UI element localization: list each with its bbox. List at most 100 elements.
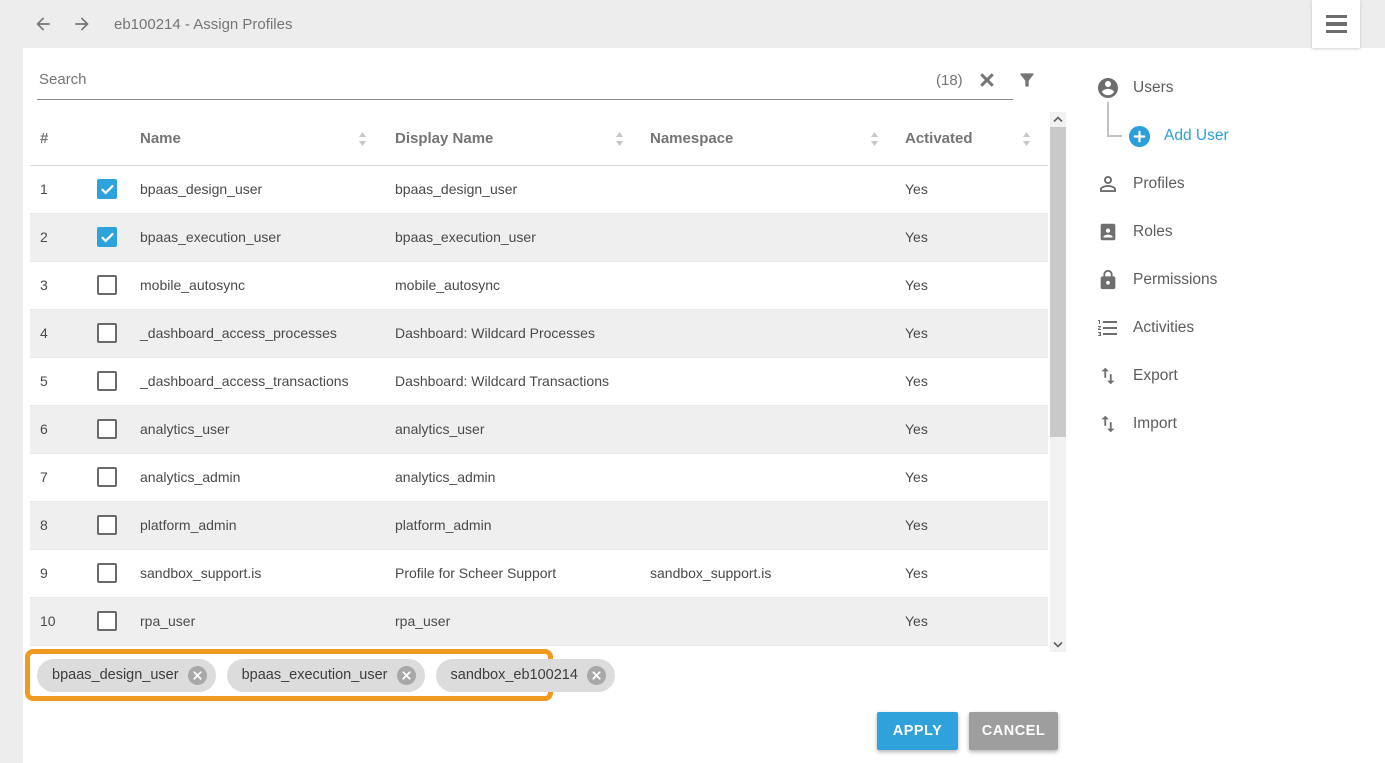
column-header-index: # [40, 130, 49, 147]
chip-label: bpaas_design_user [52, 667, 179, 683]
chip-remove-icon[interactable] [187, 665, 207, 685]
profile-name: sandbox_support.is [140, 565, 262, 581]
row-checkbox[interactable] [97, 275, 117, 295]
row-index: 8 [40, 517, 48, 533]
profile-activated: Yes [905, 373, 928, 389]
sort-icon[interactable] [358, 132, 367, 146]
scrollbar-thumb[interactable] [1050, 127, 1066, 437]
profile-activated: Yes [905, 277, 928, 293]
tree-connector [1107, 102, 1109, 136]
row-checkbox-checked[interactable] [97, 227, 117, 247]
table-row: 2 bpaas_execution_user bpaas_execution_use… [30, 214, 1048, 262]
sidebar-item-label: Export [1133, 367, 1178, 384]
sidebar-item-label: Import [1133, 415, 1177, 432]
chip-remove-icon[interactable] [586, 665, 606, 685]
row-index: 7 [40, 469, 48, 485]
profile-name: analytics_admin [140, 469, 241, 485]
table-row: 9 sandbox_support.is Profile for Scheer Su… [30, 550, 1048, 598]
table-row: 1 bpaas_design_user bpaas_design_user Yes [30, 166, 1048, 214]
sidebar-item-roles[interactable]: Roles [1096, 208, 1173, 256]
row-checkbox-checked[interactable] [97, 179, 117, 199]
column-header-activated[interactable]: Activated [905, 112, 973, 166]
profile-display-name: analytics_admin [395, 469, 496, 485]
row-checkbox[interactable] [97, 467, 117, 487]
profile-name: mobile_autosync [140, 277, 246, 293]
profile-display-name: Dashboard: Wildcard Processes [395, 325, 595, 341]
row-checkbox[interactable] [97, 371, 117, 391]
row-checkbox[interactable] [97, 419, 117, 439]
column-header-namespace[interactable]: Namespace [650, 112, 733, 166]
profile-activated: Yes [905, 229, 928, 245]
sidebar-item-import[interactable]: Import [1096, 400, 1177, 448]
sidebar-item-export[interactable]: Export [1096, 352, 1178, 400]
table-row: 6 analytics_user analytics_user Yes [30, 406, 1048, 454]
profile-name: _dashboard_access_transactions [140, 373, 349, 389]
topbar: eb100214 - Assign Profiles [0, 0, 1385, 48]
profile-activated: Yes [905, 517, 928, 533]
search-input[interactable] [37, 62, 917, 96]
scroll-down-icon[interactable] [1053, 641, 1063, 648]
profile-name: bpaas_design_user [140, 181, 263, 197]
chip-remove-icon[interactable] [396, 665, 416, 685]
tree-connector [1107, 135, 1122, 137]
badge-icon [1096, 221, 1120, 243]
scroll-up-icon[interactable] [1053, 116, 1063, 123]
profile-display-name: bpaas_execution_user [395, 229, 536, 245]
profile-name: rpa_user [140, 613, 196, 629]
numbered-list-icon [1096, 316, 1120, 340]
forward-arrow-icon[interactable] [72, 14, 92, 34]
chip-label: sandbox_eb100214 [450, 667, 578, 683]
profile-display-name: Profile for Scheer Support [395, 565, 557, 581]
sidebar-item-label: Add User [1164, 127, 1229, 144]
profile-display-name: analytics_user [395, 421, 485, 437]
result-count: (18) [936, 72, 963, 89]
row-checkbox[interactable] [97, 611, 117, 631]
profile-activated: Yes [905, 421, 928, 437]
left-gutter [0, 48, 23, 763]
table-body: 1 bpaas_design_user bpaas_design_user Yes 2 b… [30, 166, 1048, 646]
sort-icon[interactable] [870, 132, 879, 146]
back-arrow-icon[interactable] [33, 14, 53, 34]
profile-name: _dashboard_access_processes [140, 325, 337, 341]
sidebar-item-add-user[interactable]: Add User [1127, 112, 1229, 160]
sort-icon[interactable] [615, 132, 624, 146]
chip-label: bpaas_execution_user [241, 667, 388, 683]
add-circle-icon [1127, 125, 1151, 148]
profile-name: analytics_user [140, 421, 230, 437]
row-checkbox[interactable] [97, 515, 117, 535]
table-row: 3 mobile_autosync mobile_autosync Yes [30, 262, 1048, 310]
row-index: 5 [40, 373, 48, 389]
profile-display-name: mobile_autosync [395, 277, 501, 293]
search-underline [37, 99, 1013, 100]
sidebar-item-label: Users [1133, 79, 1174, 96]
column-header-name[interactable]: Name [140, 112, 181, 166]
row-index: 1 [40, 181, 48, 197]
lock-icon [1096, 269, 1120, 291]
profile-activated: Yes [905, 181, 928, 197]
sidebar-item-permissions[interactable]: Permissions [1096, 256, 1217, 304]
row-index: 9 [40, 565, 48, 581]
table-row: 5 _dashboard_access_transactions Dashboard… [30, 358, 1048, 406]
column-header-display-name[interactable]: Display Name [395, 112, 493, 166]
sidebar-item-label: Profiles [1133, 175, 1185, 192]
page-title: eb100214 - Assign Profiles [114, 15, 293, 33]
hamburger-menu-button[interactable] [1312, 0, 1360, 48]
profile-activated: Yes [905, 613, 928, 629]
table-row: 4 _dashboard_access_processes Dashboard: W… [30, 310, 1048, 358]
profile-display-name: rpa_user [395, 613, 451, 629]
hamburger-icon [1325, 14, 1347, 19]
vertical-scrollbar[interactable] [1050, 112, 1066, 652]
profile-display-name: platform_admin [395, 517, 492, 533]
clear-search-icon[interactable] [977, 70, 997, 90]
row-checkbox[interactable] [97, 323, 117, 343]
apply-button[interactable]: APPLY [877, 712, 958, 750]
sidebar-item-profiles[interactable]: Profiles [1096, 160, 1185, 208]
sort-icon[interactable] [1022, 132, 1031, 146]
profile-activated: Yes [905, 325, 928, 341]
row-index: 3 [40, 277, 48, 293]
row-checkbox[interactable] [97, 563, 117, 583]
filter-icon[interactable] [1016, 70, 1038, 90]
sidebar-item-activities[interactable]: Activities [1096, 304, 1194, 352]
cancel-button[interactable]: CANCEL [969, 712, 1058, 750]
selected-profile-chip: sandbox_eb100214 [435, 658, 615, 692]
